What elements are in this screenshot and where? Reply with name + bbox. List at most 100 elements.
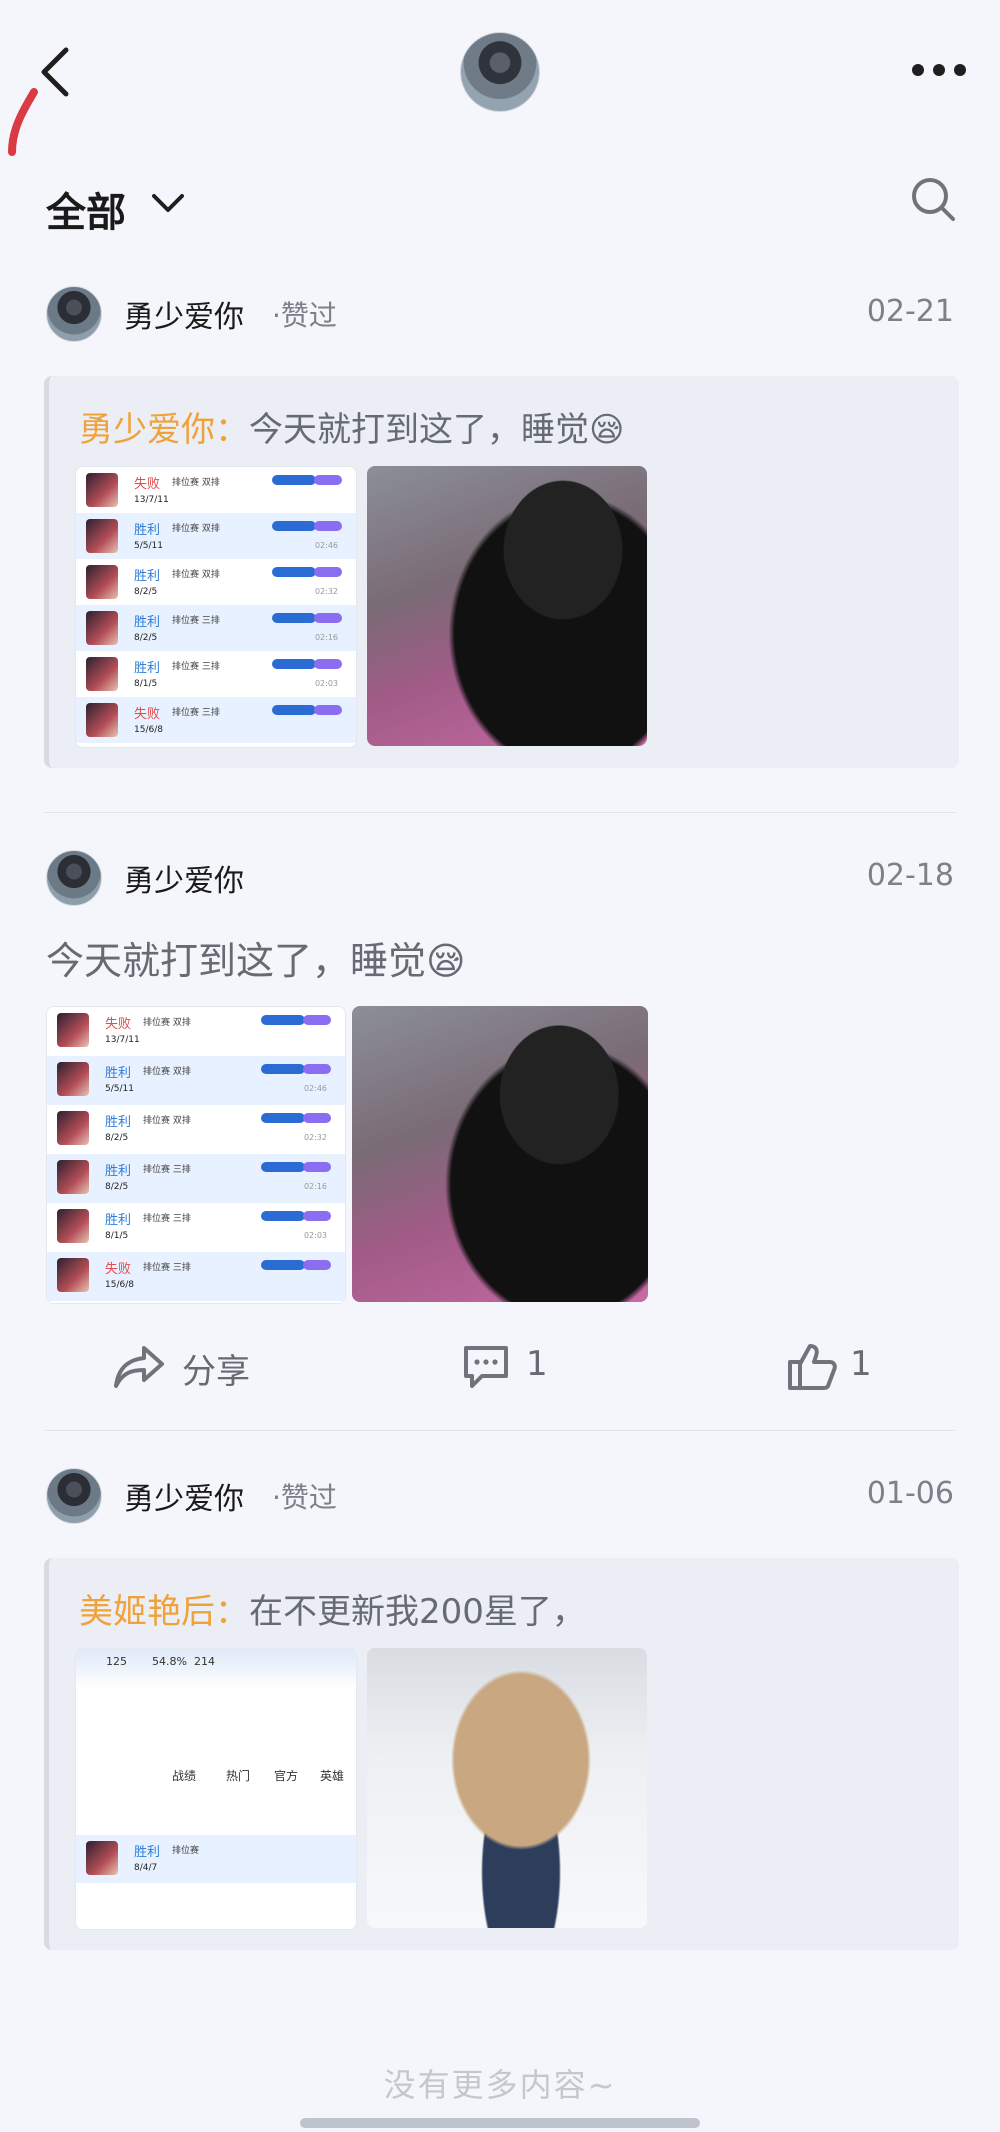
post-card[interactable]: 勇少爱你 ·赞过 01-06 美姬艳后：在不更新我200星了， 125 54.8…: [0, 1462, 1000, 1952]
post-text: 今天就打到这了，睡觉😪: [46, 939, 466, 983]
match-result: 失败: [134, 707, 161, 722]
match-row: 胜利 排位赛 双排 5/5/11 02:46: [76, 513, 356, 559]
match-kda: 15/6/8: [105, 1280, 134, 1290]
match-kda: 13/7/11: [134, 495, 169, 505]
post-card[interactable]: 勇少爱你 ·赞过 02-21 勇少爱你：今天就打到这了，睡觉😪 失败 排位赛 双排…: [0, 280, 1000, 770]
match-result: 胜利: [134, 615, 161, 630]
back-icon[interactable]: [36, 44, 76, 100]
quote-author[interactable]: 美姬艳后：: [79, 1592, 249, 1632]
mvp-badge: [314, 475, 342, 485]
share-button[interactable]: 分享: [112, 1338, 272, 1394]
post-date: 01-06: [866, 1476, 954, 1511]
hero-avatar: [86, 1841, 118, 1875]
match-time: 02:46: [303, 1084, 327, 1093]
hero-avatar: [86, 519, 118, 553]
quote-text: 美姬艳后：在不更新我200星了，: [79, 1584, 586, 1633]
post-date: 02-21: [866, 294, 954, 329]
post-card[interactable]: 勇少爱你 02-18 今天就打到这了，睡觉😪 失败 排位赛 双排 13/7/11 胜利…: [0, 844, 1000, 1404]
match-history-image[interactable]: 失败 排位赛 双排 13/7/11 胜利 排位赛 双排 5/5/11 02:46 胜利 排位赛 …: [46, 1006, 346, 1304]
photo-image[interactable]: [352, 1006, 648, 1302]
post-date: 02-18: [866, 858, 954, 893]
author-name[interactable]: 勇少爱你: [124, 292, 244, 336]
stat-value: 125: [106, 1655, 127, 1668]
avatar[interactable]: [46, 286, 102, 342]
mvp-badge: [303, 1162, 331, 1172]
photo-image[interactable]: [367, 1648, 647, 1928]
match-kda: 8/4/7: [134, 1863, 158, 1873]
match-row: 胜利 排位赛 双排 8/2/5 02:32: [76, 559, 356, 605]
match-mode: 排位赛 三排: [172, 662, 220, 672]
comment-button[interactable]: 1: [460, 1338, 560, 1394]
avatar[interactable]: [46, 850, 102, 906]
quote-content: 今天就打到这了，睡觉😪: [249, 410, 625, 450]
mvp-badge: [303, 1260, 331, 1270]
hero-avatar: [86, 657, 118, 691]
match-row: 失败 排位赛 双排 13/7/11: [47, 1007, 345, 1056]
match-time: 02:16: [314, 633, 338, 642]
mvp-badge: [303, 1064, 331, 1074]
photo-image[interactable]: [367, 466, 647, 746]
hero-avatar: [57, 1160, 89, 1194]
profile-stats-image[interactable]: 125 54.8% 214 战绩 热门 官方 英雄 胜利 排位赛 8/4/7: [75, 1648, 357, 1930]
match-row: 胜利 排位赛 8/4/7: [76, 1835, 356, 1883]
match-mode: 排位赛 双排: [143, 1116, 191, 1126]
match-result: 失败: [105, 1262, 132, 1277]
comment-icon: [464, 1346, 508, 1388]
hero-avatar: [57, 1111, 89, 1145]
filter-dropdown[interactable]: 全部: [46, 180, 126, 238]
search-icon[interactable]: [910, 176, 956, 222]
chevron-down-icon[interactable]: [150, 190, 186, 218]
match-row: 胜利 排位赛 三排 8/1/5 02:03: [76, 651, 356, 697]
author-name[interactable]: 勇少爱你: [124, 856, 244, 900]
match-kda: 8/1/5: [105, 1231, 129, 1241]
match-time: 02:16: [303, 1182, 327, 1191]
quoted-post[interactable]: 勇少爱你：今天就打到这了，睡觉😪 失败 排位赛 双排 13/7/11 胜利 排位赛 双排…: [44, 376, 959, 768]
stats-header: 125 54.8% 214: [76, 1649, 356, 1689]
match-history-image[interactable]: 失败 排位赛 双排 13/7/11 胜利 排位赛 双排 5/5/11 02:46 胜利 排位赛 …: [75, 466, 357, 748]
liked-tag: ·赞过: [272, 299, 337, 332]
match-badge: [261, 1015, 305, 1025]
quoted-post[interactable]: 美姬艳后：在不更新我200星了， 125 54.8% 214 战绩 热门 官方 …: [44, 1558, 959, 1950]
match-badge: [261, 1064, 305, 1074]
match-result: 胜利: [105, 1066, 132, 1081]
comment-count: 1: [526, 1344, 548, 1384]
home-indicator[interactable]: [300, 2118, 700, 2128]
share-label: 分享: [182, 1352, 250, 1392]
match-mode: 排位赛 双排: [172, 478, 220, 488]
avatar[interactable]: [46, 1468, 102, 1524]
match-kda: 8/2/5: [105, 1133, 129, 1143]
match-row: 胜利 排位赛 三排 8/1/5 02:03: [47, 1203, 345, 1252]
author-name[interactable]: 勇少爱你: [124, 1474, 244, 1518]
match-mode: 排位赛 双排: [143, 1018, 191, 1028]
quote-content: 在不更新我200星了，: [249, 1592, 586, 1632]
match-result: 胜利: [105, 1115, 132, 1130]
avatar[interactable]: [460, 32, 540, 112]
match-mode: 排位赛 三排: [143, 1263, 191, 1273]
divider: [44, 812, 956, 813]
match-mode: 排位赛 三排: [172, 708, 220, 718]
stat-value: 214: [194, 1655, 215, 1668]
edge-mark: [8, 88, 38, 156]
match-kda: 8/1/5: [134, 679, 158, 689]
match-result: 失败: [105, 1017, 132, 1032]
quote-text: 勇少爱你：今天就打到这了，睡觉😪: [79, 402, 624, 451]
match-result: 胜利: [105, 1164, 132, 1179]
match-result: 胜利: [134, 1845, 161, 1860]
more-icon[interactable]: [912, 60, 966, 82]
mvp-badge: [303, 1211, 331, 1221]
mvp-badge: [303, 1113, 331, 1123]
match-row: 失败 排位赛 三排 15/6/8: [47, 1252, 345, 1301]
match-mode: 排位赛 三排: [172, 616, 220, 626]
top-bar: [0, 0, 1000, 156]
match-badge: [272, 705, 316, 715]
mvp-badge: [314, 613, 342, 623]
match-mode: 排位赛 双排: [172, 524, 220, 534]
like-button[interactable]: 1: [786, 1338, 886, 1394]
thumbs-up-icon: [788, 1344, 837, 1390]
match-kda: 8/2/5: [134, 587, 158, 597]
match-result: 胜利: [134, 569, 161, 584]
quote-author[interactable]: 勇少爱你：: [79, 410, 249, 450]
match-badge: [261, 1260, 305, 1270]
match-mode: 排位赛 双排: [143, 1067, 191, 1077]
filter-bar: 全部: [0, 170, 1000, 240]
